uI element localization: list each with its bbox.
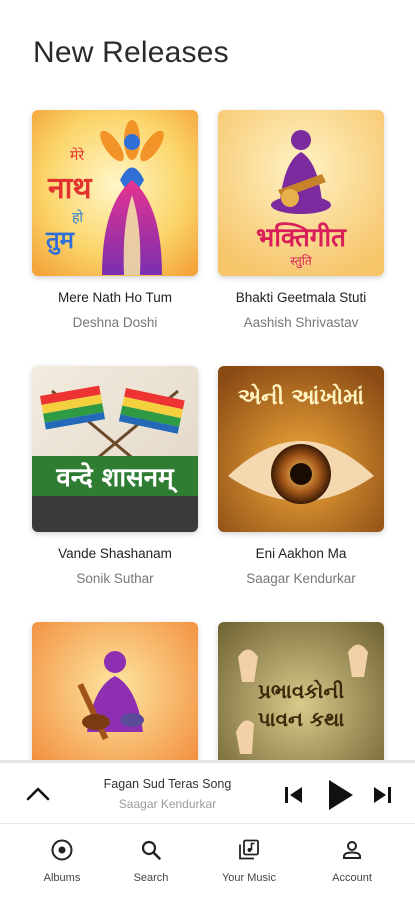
album-cover[interactable]: मेरे नाथ हो तुम [32, 110, 198, 276]
svg-text:भक्तिगीत: भक्तिगीत [256, 222, 347, 253]
skip-previous-icon[interactable] [282, 781, 304, 809]
nav-label: Albums [43, 872, 81, 884]
album-card[interactable]: એની આંખોમાં Eni Aakhon Ma Saagar Kendurk… [218, 366, 384, 586]
album-artist: Saagar Kendurkar [246, 571, 356, 586]
album-title: Bhakti Geetmala Stuti [235, 290, 367, 305]
bottom-navigation: Albums Search Your Music Account [0, 824, 415, 900]
play-icon[interactable] [324, 777, 356, 813]
account-icon [343, 841, 361, 859]
svg-text:પ્રભાવકોની: પ્રભાવકોની [258, 679, 345, 703]
skip-next-icon[interactable] [372, 781, 394, 809]
album-card[interactable]: मेरे नाथ हो तुम Mere Nath Ho Tum Deshna … [32, 110, 198, 330]
nav-label: Search [133, 872, 169, 884]
nav-item-account[interactable]: Account [307, 838, 397, 884]
album-artist: Aashish Shrivastav [243, 315, 359, 330]
now-playing-title: Fagan Sud Teras Song [103, 777, 232, 791]
chevron-up-icon[interactable] [24, 783, 52, 805]
svg-text:એની આંખોમાં: એની આંખોમાં [238, 383, 364, 410]
svg-text:मेरे: मेरे [70, 147, 84, 164]
album-title: Mere Nath Ho Tum [57, 290, 173, 305]
nav-item-your-music[interactable]: Your Music [204, 838, 294, 884]
nav-item-albums[interactable]: Albums [17, 838, 107, 884]
nav-label: Your Music [221, 872, 276, 884]
album-cover[interactable]: भक्तिगीत स्तुति [218, 110, 384, 276]
album-artist: Deshna Doshi [72, 315, 158, 330]
svg-text:वन्दे शासनम्: वन्दे शासनम् [55, 462, 178, 494]
album-cover[interactable]: એની આંખોમાં [218, 366, 384, 532]
svg-text:हो: हो [72, 209, 83, 226]
nav-label: Account [332, 872, 372, 884]
mini-player[interactable]: Fagan Sud Teras Song Saagar Kendurkar [0, 760, 415, 824]
svg-text:तुम: तुम [45, 226, 76, 255]
now-playing-artist: Saagar Kendurkar [118, 797, 217, 811]
album-artist: Sonik Suthar [76, 571, 154, 586]
album-cover[interactable] [32, 622, 198, 760]
album-card[interactable]: वन्दे शासनम् Vande Shashanam Sonik Sutha… [32, 366, 198, 586]
album-cover[interactable]: પ્રભાવકોની પાવન કથા [218, 622, 384, 760]
nav-item-search[interactable]: Search [106, 838, 196, 884]
album-cover[interactable]: वन्दे शासनम् [32, 366, 198, 532]
album-card[interactable]: भक्तिगीत स्तुति Bhakti Geetmala Stuti Aa… [218, 110, 384, 330]
library-music-icon [239, 839, 259, 860]
album-card[interactable] [32, 622, 198, 760]
album-title: Eni Aakhon Ma [255, 546, 347, 561]
svg-text:પાવન કથા: પાવન કથા [258, 707, 345, 731]
album-card[interactable]: પ્રભાવકોની પાવન કથા [218, 622, 384, 760]
search-icon [141, 840, 161, 860]
svg-text:नाथ: नाथ [47, 171, 93, 206]
album-grid: मेरे नाथ हो तुम Mere Nath Ho Tum Deshna … [0, 0, 415, 760]
album-title: Vande Shashanam [58, 546, 172, 561]
album-icon [51, 839, 73, 861]
svg-text:स्तुति: स्तुति [290, 254, 313, 269]
